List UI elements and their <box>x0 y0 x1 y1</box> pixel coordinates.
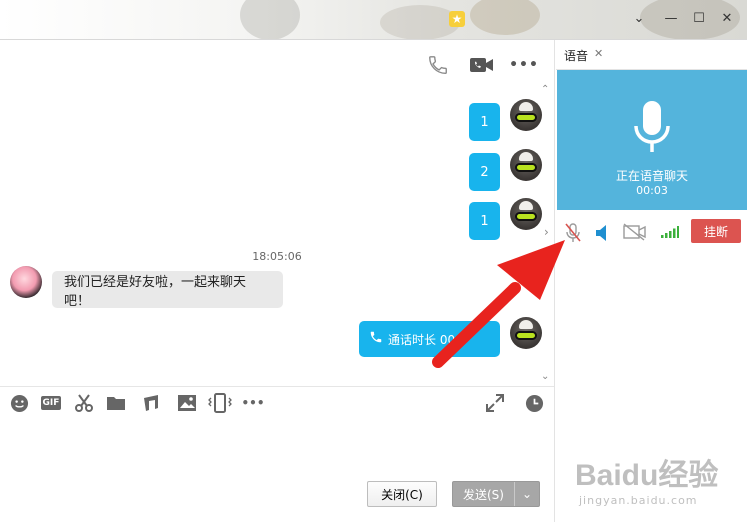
voice-status-text: 正在语音聊天 <box>615 169 688 183</box>
avatar[interactable] <box>510 149 542 181</box>
collapse-panel-arrow[interactable]: › <box>544 225 549 239</box>
hangup-button[interactable]: 挂断 <box>691 219 741 243</box>
history-clock-icon[interactable] <box>523 392 545 414</box>
video-icon[interactable] <box>469 53 495 77</box>
avatar[interactable] <box>10 266 42 298</box>
minimize-window-button[interactable]: — <box>664 12 678 26</box>
title-bar: ★ ⌄ — ☐ ✕ <box>0 0 747 40</box>
voice-tab-bar: 语音 ✕ <box>556 40 747 70</box>
emoji-icon[interactable] <box>8 392 30 414</box>
tab-voice[interactable]: 语音 <box>564 47 588 64</box>
send-button[interactable]: 发送(S) <box>453 482 515 506</box>
scissors-icon[interactable] <box>73 392 95 414</box>
gif-label: GIF <box>40 396 62 410</box>
send-options-dropdown[interactable]: ⌄ <box>515 487 539 501</box>
more-tools-icon[interactable]: ••• <box>241 392 265 414</box>
more-icon[interactable]: ••• <box>509 53 538 77</box>
call-duration-bubble: 通话时长 00:0 <box>359 321 500 357</box>
dropdown-window-button[interactable]: ⌄ <box>632 12 646 26</box>
phone-icon[interactable] <box>426 53 450 77</box>
camera-off-icon[interactable] <box>623 223 647 244</box>
panel-divider <box>554 40 555 522</box>
voice-duration-text: 00:03 <box>636 184 668 197</box>
voice-controls: 挂断 <box>557 218 747 246</box>
watermark-url: jingyan.baidu.com <box>579 494 698 507</box>
incoming-message-bubble: 我们已经是好友啦，一起来聊天吧！ <box>52 271 283 309</box>
maximize-window-button[interactable]: ☐ <box>692 12 706 26</box>
close-window-button[interactable]: ✕ <box>720 12 734 26</box>
scroll-up-arrow[interactable]: ⌃ <box>541 84 549 95</box>
call-duration-text: 通话时长 00:0 <box>388 332 467 347</box>
message-timestamp: 18:05:06 <box>252 250 302 263</box>
signal-icon <box>661 226 679 241</box>
avatar[interactable] <box>510 198 542 230</box>
star-badge-icon: ★ <box>449 11 465 27</box>
music-icon[interactable] <box>140 392 162 414</box>
gif-icon[interactable]: GIF <box>39 392 63 414</box>
shake-icon[interactable] <box>208 392 232 414</box>
mic-muted-icon[interactable] <box>565 223 581 246</box>
phone-icon <box>369 330 383 348</box>
outgoing-message-bubble: 1 <box>469 202 500 240</box>
close-button[interactable]: 关闭(C) <box>367 481 437 507</box>
avatar[interactable] <box>510 317 542 349</box>
speaker-icon[interactable] <box>595 224 609 245</box>
voice-call-panel: 正在语音聊天 00:03 <box>557 70 747 210</box>
image-icon[interactable] <box>176 392 198 414</box>
send-button-group: 发送(S) ⌄ <box>452 481 540 507</box>
watermark-brand: Baidu经验 <box>575 459 719 492</box>
outgoing-message-bubble: 2 <box>469 153 500 191</box>
folder-icon[interactable] <box>105 392 127 414</box>
input-toolbar: GIF ••• <box>0 392 554 420</box>
close-tab-button[interactable]: ✕ <box>594 47 603 60</box>
avatar[interactable] <box>510 99 542 131</box>
scroll-down-arrow[interactable]: ⌄ <box>541 371 549 382</box>
outgoing-message-bubble: 1 <box>469 103 500 141</box>
watermark: Baidu经验 jingyan.baidu.com <box>575 450 718 507</box>
microphone-icon <box>632 100 672 159</box>
expand-icon[interactable] <box>484 392 506 414</box>
input-divider <box>0 386 554 387</box>
